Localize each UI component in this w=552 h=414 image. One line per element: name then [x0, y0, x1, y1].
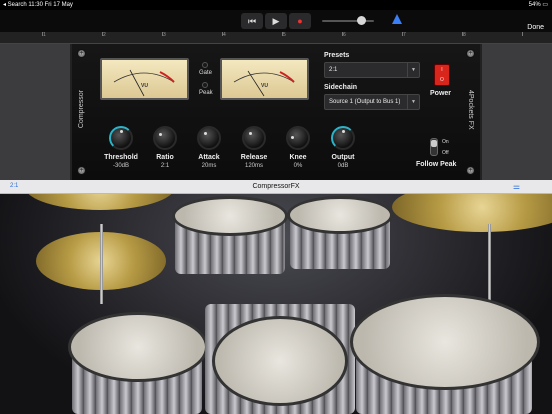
plugin-vendor-label: 4Pockets FX	[467, 90, 474, 130]
screw-icon: +	[466, 49, 475, 58]
status-left: ◂ Search 11:30 Fri 17 May	[3, 2, 73, 8]
vu-label: VU	[261, 83, 268, 89]
ruler-mark: 7	[403, 32, 406, 38]
output-knob[interactable]	[331, 126, 355, 150]
gate-led	[202, 62, 208, 68]
attack-value: 20ms	[201, 163, 217, 169]
ruler-mark: 1	[43, 32, 46, 38]
crash-cymbal-left[interactable]	[25, 194, 175, 210]
tom-1[interactable]	[172, 196, 288, 236]
timeline-ruler[interactable]: 1 2 3 4 5 6 7 8	[0, 32, 552, 44]
sliders-icon[interactable]: ⚌	[513, 182, 520, 191]
ruler-mark: 4	[223, 32, 226, 38]
chevron-down-icon: ▼	[407, 63, 419, 77]
volume-slider-thumb[interactable]	[357, 16, 366, 25]
threshold-knob[interactable]	[109, 126, 133, 150]
sidechain-title: Sidechain	[324, 84, 358, 91]
ratio-value: 2:1	[160, 163, 170, 169]
chevron-down-icon: ▼	[407, 95, 419, 109]
output-label: Output	[331, 154, 355, 161]
plugin-name-bar: 2:1 CompressorFX ⚌	[0, 180, 552, 194]
threshold-value: -30dB	[112, 163, 129, 169]
plugin-title: CompressorFX	[252, 183, 300, 190]
power-on-mark: I	[441, 67, 443, 73]
knee-label: Knee	[289, 154, 307, 161]
vu-meter-output: VU	[220, 58, 309, 100]
play-button[interactable]: ▶	[265, 13, 287, 29]
peak-led	[202, 82, 208, 88]
power-switch[interactable]: I O	[434, 64, 450, 86]
metronome-icon[interactable]	[392, 14, 402, 24]
status-bar: ◂ Search 11:30 Fri 17 May 54% ▭	[0, 0, 552, 10]
volume-slider-track[interactable]	[322, 20, 374, 22]
floor-tom[interactable]	[350, 294, 540, 390]
ride-stand	[488, 224, 491, 304]
presets-title: Presets	[324, 52, 350, 59]
control-bar: ⏮ ▶ ● Done	[0, 10, 552, 32]
plugin-name-label: Compressor	[78, 90, 85, 129]
ruler-mark: 3	[163, 32, 166, 38]
release-knob[interactable]	[242, 126, 266, 150]
ruler-mark: 2	[103, 32, 106, 38]
follow-peak-toggle[interactable]	[430, 138, 438, 156]
release-value: 120ms	[244, 163, 263, 169]
plugin-right-margin	[482, 44, 552, 180]
snare-drum[interactable]	[68, 312, 208, 382]
ruler-mark: 6	[343, 32, 346, 38]
presets-dropdown[interactable]: 2:1 ▼	[324, 62, 420, 78]
vu-meter-input: VU	[100, 58, 189, 100]
follow-peak-label: Follow Peak	[416, 161, 457, 168]
peak-label: Peak	[199, 90, 213, 96]
compressor-plugin-panel: + + + + Compressor 4Pockets FX VU Gate P…	[70, 44, 482, 180]
kick-drum[interactable]	[212, 316, 348, 406]
drum-kit-stage	[0, 194, 552, 414]
output-value: 0dB	[337, 163, 349, 169]
power-off-mark: O	[440, 77, 444, 83]
attack-knob[interactable]	[197, 126, 221, 150]
status-right: 54% ▭	[528, 2, 548, 8]
screw-icon: +	[466, 166, 475, 175]
knee-knob[interactable]	[286, 126, 310, 150]
threshold-label: Threshold	[104, 154, 138, 161]
plugin-left-margin	[0, 44, 70, 180]
vu-label: VU	[141, 83, 148, 89]
done-button[interactable]: Done	[527, 24, 544, 31]
sidechain-value: Source 1 (Output to Bus 1)	[329, 99, 401, 105]
tom-2[interactable]	[287, 196, 393, 234]
ratio-label: Ratio	[156, 154, 174, 161]
ride-cymbal[interactable]	[392, 194, 552, 232]
release-label: Release	[240, 154, 268, 161]
gate-label: Gate	[199, 70, 213, 76]
record-button[interactable]: ●	[289, 13, 311, 29]
screw-icon: +	[77, 166, 86, 175]
screw-icon: +	[77, 49, 86, 58]
attack-label: Attack	[198, 154, 220, 161]
rewind-button[interactable]: ⏮	[241, 13, 263, 29]
power-label: Power	[430, 90, 452, 97]
toggle-off-label: Off	[442, 150, 449, 156]
knee-value: 0%	[293, 163, 303, 169]
hihat-stand	[100, 224, 103, 304]
ruler-mark: 8	[463, 32, 466, 38]
toggle-on-label: On	[442, 139, 449, 145]
sidechain-dropdown[interactable]: Source 1 (Output to Bus 1) ▼	[324, 94, 420, 110]
ruler-mark: 5	[283, 32, 286, 38]
presets-value: 2:1	[329, 67, 338, 73]
ratio-knob[interactable]	[153, 126, 177, 150]
